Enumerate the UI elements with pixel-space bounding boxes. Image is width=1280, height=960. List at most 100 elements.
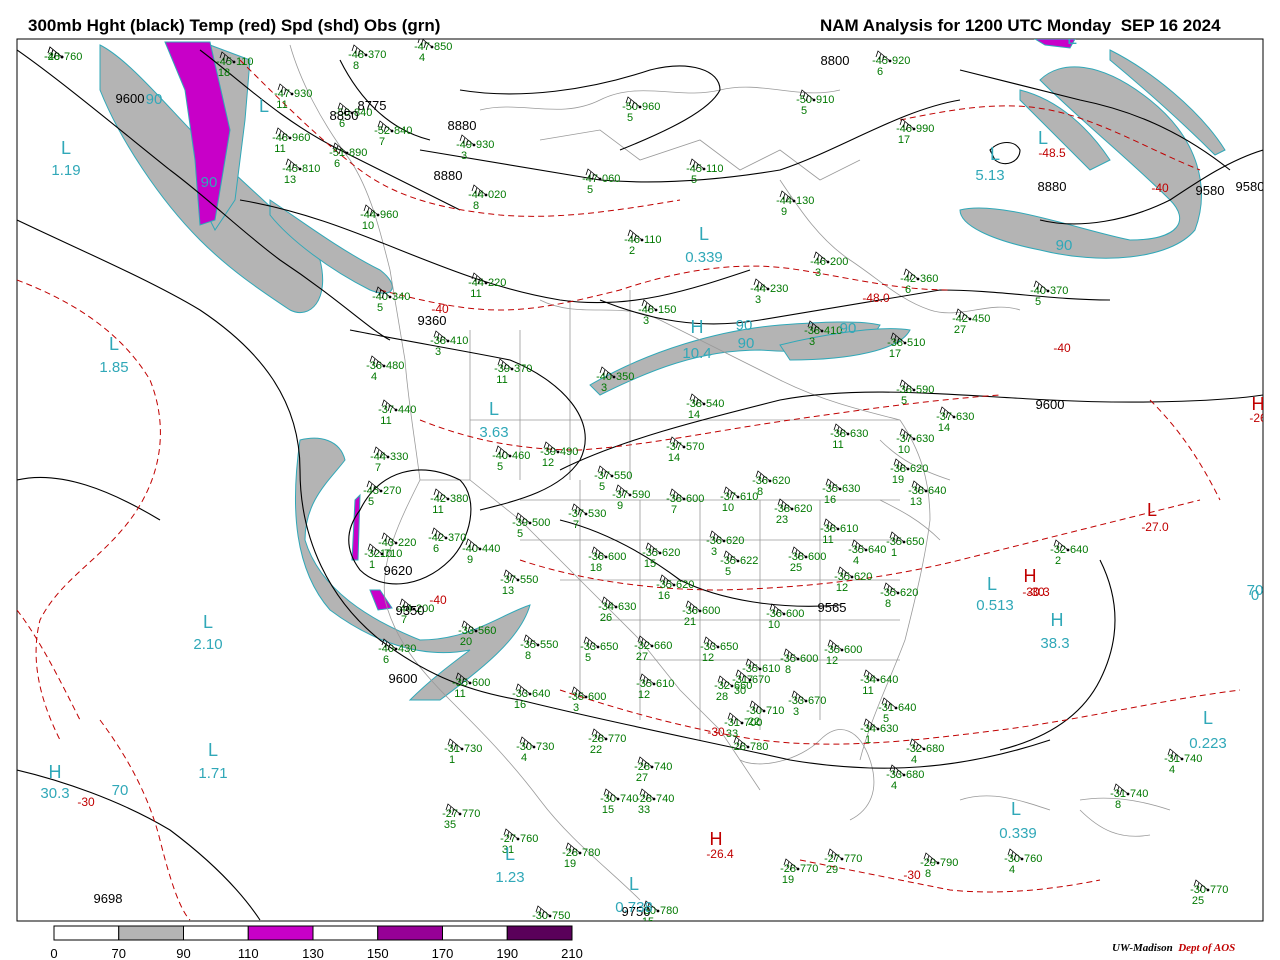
height-label: 8880 <box>448 118 477 133</box>
obs-height: 640 <box>898 702 916 714</box>
analysis-time-title: NAM Analysis for 1200 UTC Monday SEP 16 … <box>820 16 1221 35</box>
height-label: 8775 <box>358 98 387 113</box>
obs-dewpoint-depression: 3 <box>643 315 649 327</box>
obs-dewpoint-depression: 5 <box>627 112 633 124</box>
obs-height: 550 <box>614 470 632 482</box>
obs-dewpoint-depression: 10 <box>362 220 374 232</box>
speed-legend: 0 70 90 110 130 150 170 190 210 <box>50 925 583 960</box>
obs-height: 060 <box>602 173 620 185</box>
obs-dewpoint-depression: 3 <box>711 546 717 558</box>
obs-height: 680 <box>906 769 924 781</box>
pressure-center-letter: L <box>109 334 119 354</box>
obs-height: 640 <box>532 688 550 700</box>
obs-height: 600 <box>808 551 826 563</box>
credit-line: UW-Madison Dept of AOS <box>1112 942 1235 954</box>
obs-height: 270 <box>383 485 401 497</box>
legend-tick: 70 <box>112 946 126 960</box>
wind-speed-label: 90 <box>840 320 857 337</box>
obs-height: 620 <box>662 547 680 559</box>
obs-dewpoint-depression: 14 <box>668 452 680 464</box>
obs-dewpoint-depression: 1 <box>369 559 375 571</box>
obs-dewpoint-depression: 13 <box>502 585 514 597</box>
obs-dewpoint-depression: 19 <box>892 474 904 486</box>
obs-height: 600 <box>686 493 704 505</box>
obs-dewpoint-depression: 5 <box>585 652 591 664</box>
pressure-center-letter: L <box>1038 128 1048 148</box>
obs-height: 020 <box>488 189 506 201</box>
obs-dewpoint-depression: 22 <box>590 744 602 756</box>
obs-dewpoint-depression: 23 <box>776 514 788 526</box>
obs-dewpoint-depression: 3 <box>601 382 607 394</box>
height-label: 8880 <box>434 168 463 183</box>
height-label: 9350 <box>396 603 425 618</box>
obs-dewpoint-depression: 5 <box>497 461 503 473</box>
obs-height: 370 <box>1050 285 1068 297</box>
pressure-center-value: 0.738 <box>615 899 653 916</box>
obs-dewpoint-depression: 5 <box>691 174 697 186</box>
wind-speed-label: 0 <box>1251 587 1259 604</box>
pressure-center-letter: L <box>505 844 515 864</box>
obs-dewpoint-depression: 30 <box>734 685 746 697</box>
temperature-label: -30 <box>903 868 921 882</box>
pressure-center-value: 10.4 <box>682 345 711 362</box>
pressure-center-letter: H <box>49 762 62 782</box>
obs-height: 230 <box>770 283 788 295</box>
obs-height: 200 <box>830 256 848 268</box>
obs-height: 670 <box>752 674 770 686</box>
obs-dewpoint-depression: 11 <box>276 99 287 111</box>
temperature-label: -48.5 <box>1038 146 1066 160</box>
obs-height: 770 <box>608 733 626 745</box>
obs-dewpoint-depression: 7 <box>671 504 677 516</box>
height-label: 9565 <box>818 600 847 615</box>
obs-dewpoint-depression: 35 <box>444 819 456 831</box>
obs-height: 840 <box>394 125 412 137</box>
obs-dewpoint-depression: 12 <box>638 689 650 701</box>
obs-height: 590 <box>916 384 934 396</box>
obs-dewpoint-depression: 4 <box>521 752 527 764</box>
obs-dewpoint-depression: 8 <box>473 200 479 212</box>
obs-height: 600 <box>608 551 626 563</box>
obs-height: 600 <box>786 608 804 620</box>
obs-dewpoint-depression: 14 <box>938 422 950 434</box>
obs-height: 620 <box>676 579 694 591</box>
obs-height: 490 <box>560 446 578 458</box>
obs-height: 910 <box>816 94 834 106</box>
obs-height: 610 <box>840 523 858 535</box>
obs-dewpoint-depression: 8 <box>925 868 931 880</box>
obs-dewpoint-depression: 3 <box>755 294 761 306</box>
pressure-center-value: 1.71 <box>198 765 227 782</box>
obs-dewpoint-depression: 8 <box>785 664 791 676</box>
obs-dewpoint-depression: 11 <box>496 374 507 386</box>
obs-dewpoint-depression: 27 <box>636 772 648 784</box>
obs-dewpoint-depression: 5 <box>368 496 374 508</box>
obs-height: 740 <box>1184 753 1202 765</box>
pressure-center-value: 0.339 <box>999 825 1037 842</box>
obs-height: 360 <box>920 273 938 285</box>
temperature-label: -30.3 <box>1022 585 1050 599</box>
obs-height: 730 <box>536 741 554 753</box>
obs-height: 960 <box>642 101 660 113</box>
obs-dewpoint-depression: 12 <box>702 652 714 664</box>
obs-height: 780 <box>660 905 678 917</box>
temperature-label: -40 <box>1151 181 1169 195</box>
obs-dewpoint-depression: 12 <box>826 655 838 667</box>
obs-height: 650 <box>906 536 924 548</box>
pressure-center-value: 0.513 <box>976 597 1014 614</box>
obs-dewpoint-depression: 5 <box>599 481 605 493</box>
obs-height: 620 <box>726 535 744 547</box>
obs-dewpoint-depression: 10 <box>768 619 780 631</box>
height-label: 9580 <box>1196 183 1225 198</box>
wind-speed-label: 90 <box>1056 237 1073 254</box>
obs-height: 920 <box>892 55 910 67</box>
obs-dewpoint-depression: 3 <box>809 336 815 348</box>
obs-dewpoint-depression: 19 <box>564 858 576 870</box>
obs-dewpoint-depression: 11 <box>274 143 285 155</box>
obs-height: 740 <box>1130 788 1148 800</box>
obs-height: 620 <box>900 587 918 599</box>
obs-height: 620 <box>854 571 872 583</box>
obs-height: 650 <box>720 641 738 653</box>
legend-swatch <box>506 925 573 941</box>
obs-height: 570 <box>686 441 704 453</box>
legend-swatch <box>377 925 443 941</box>
height-label: 8850 <box>330 108 359 123</box>
